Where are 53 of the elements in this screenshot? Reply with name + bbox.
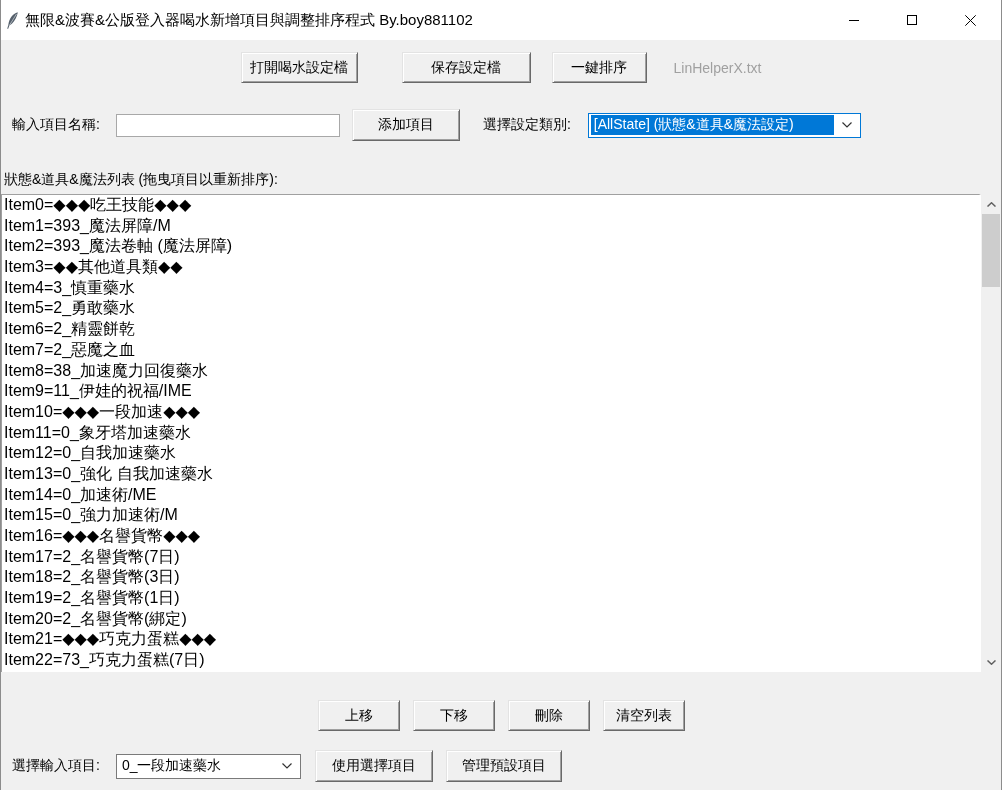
list-item[interactable]: Item17=2_名譽貨幣(7日) bbox=[4, 546, 979, 568]
maximize-icon[interactable] bbox=[907, 15, 917, 25]
scrollbar-thumb[interactable] bbox=[982, 214, 1000, 287]
chevron-down-icon[interactable] bbox=[281, 763, 292, 769]
list-item[interactable]: Item12=0_自我加速藥水 bbox=[4, 443, 979, 464]
list-item[interactable]: Item0=◆◆◆吃王技能◆◆◆ bbox=[4, 195, 979, 216]
delete-button[interactable]: 刪除 bbox=[507, 700, 590, 731]
preset-label: 選擇輸入項目: bbox=[12, 757, 100, 775]
field-label: 輸入項目名稱: bbox=[12, 116, 100, 134]
dropdown-value: [AllState] (狀態&道具&魔法設定) bbox=[590, 115, 834, 135]
feather-icon bbox=[7, 11, 18, 29]
list-item[interactable]: Item20=2_名譽貨幣(綁定) bbox=[4, 608, 979, 630]
add-item-button[interactable]: 添加項目 bbox=[351, 109, 460, 141]
list-item[interactable]: Item15=0_強力加速術/M bbox=[4, 505, 979, 526]
list-heading: 狀態&道具&魔法列表 (拖曳項目以重新排序): bbox=[3, 171, 279, 188]
list-item[interactable]: Item14=0_加速術/ME bbox=[4, 484, 979, 506]
list-item[interactable]: Item9=11_伊娃的祝福/IME bbox=[4, 381, 979, 402]
dropdown-value: 0_一段加速藥水 bbox=[120, 756, 223, 775]
list-item[interactable]: Item19=2_名譽貨幣(1日) bbox=[4, 588, 979, 609]
list-item[interactable]: Item6=2_精靈餅乾 bbox=[4, 319, 979, 340]
chevron-down-icon[interactable] bbox=[841, 122, 852, 128]
list-item[interactable]: Item13=0_強化 自我加速藥水 bbox=[4, 463, 979, 485]
category-label: 選擇設定類別: bbox=[482, 116, 571, 134]
clear-list-button[interactable]: 清空列表 bbox=[602, 700, 685, 731]
list-item[interactable]: Item7=2_惡魔之血 bbox=[4, 339, 979, 361]
move-down-button[interactable]: 下移 bbox=[412, 700, 495, 731]
minimize-icon[interactable] bbox=[849, 19, 859, 21]
list-item[interactable]: Item21=◆◆◆巧克力蛋糕◆◆◆ bbox=[4, 629, 979, 651]
list-item[interactable]: Item16=◆◆◆名譽貨幣◆◆◆ bbox=[4, 526, 979, 547]
move-up-button[interactable]: 上移 bbox=[317, 700, 400, 731]
scroll-down-icon[interactable] bbox=[986, 659, 996, 665]
window-title: 無限&波賽&公版登入器喝水新增項目與調整排序程式 By.boy881102 bbox=[25, 10, 474, 30]
file-name-label: LinHelperX.txt bbox=[673, 59, 762, 76]
close-icon[interactable] bbox=[964, 14, 976, 26]
save-button[interactable]: 保存設定檔 bbox=[401, 52, 531, 83]
item-name-field[interactable] bbox=[115, 113, 340, 137]
sort-button[interactable]: 一鍵排序 bbox=[551, 52, 647, 83]
list-item[interactable]: Item8=38_加速魔力回復藥水 bbox=[4, 360, 979, 382]
use-selected-button[interactable]: 使用選擇項目 bbox=[314, 750, 433, 782]
manage-presets-button[interactable]: 管理預設項目 bbox=[445, 750, 562, 782]
category-dropdown[interactable]: [AllState] (狀態&道具&魔法設定) bbox=[587, 112, 861, 138]
list-item[interactable]: Item3=◆◆其他道具類◆◆ bbox=[4, 257, 979, 278]
preset-dropdown[interactable]: 0_一段加速藥水 bbox=[115, 753, 301, 779]
list-item[interactable]: Item18=2_名譽貨幣(3日) bbox=[4, 567, 979, 589]
list-item[interactable]: Item2=393_魔法卷軸 (魔法屏障) bbox=[4, 236, 979, 258]
list-item[interactable]: Item10=◆◆◆一段加速◆◆◆ bbox=[4, 401, 979, 423]
list-item[interactable]: Item11=0_象牙塔加速藥水 bbox=[4, 422, 979, 444]
open-file-button[interactable]: 打開喝水設定檔 bbox=[240, 52, 358, 83]
list-item[interactable]: Item5=2_勇敢藥水 bbox=[4, 298, 979, 320]
list-item[interactable]: Item1=393_魔法屏障/M bbox=[4, 215, 979, 237]
list-item[interactable]: Item22=73_巧克力蛋糕(7日) bbox=[4, 650, 979, 671]
scroll-up-icon[interactable] bbox=[986, 201, 996, 207]
list-item[interactable]: Item4=3_慎重藥水 bbox=[4, 277, 979, 299]
